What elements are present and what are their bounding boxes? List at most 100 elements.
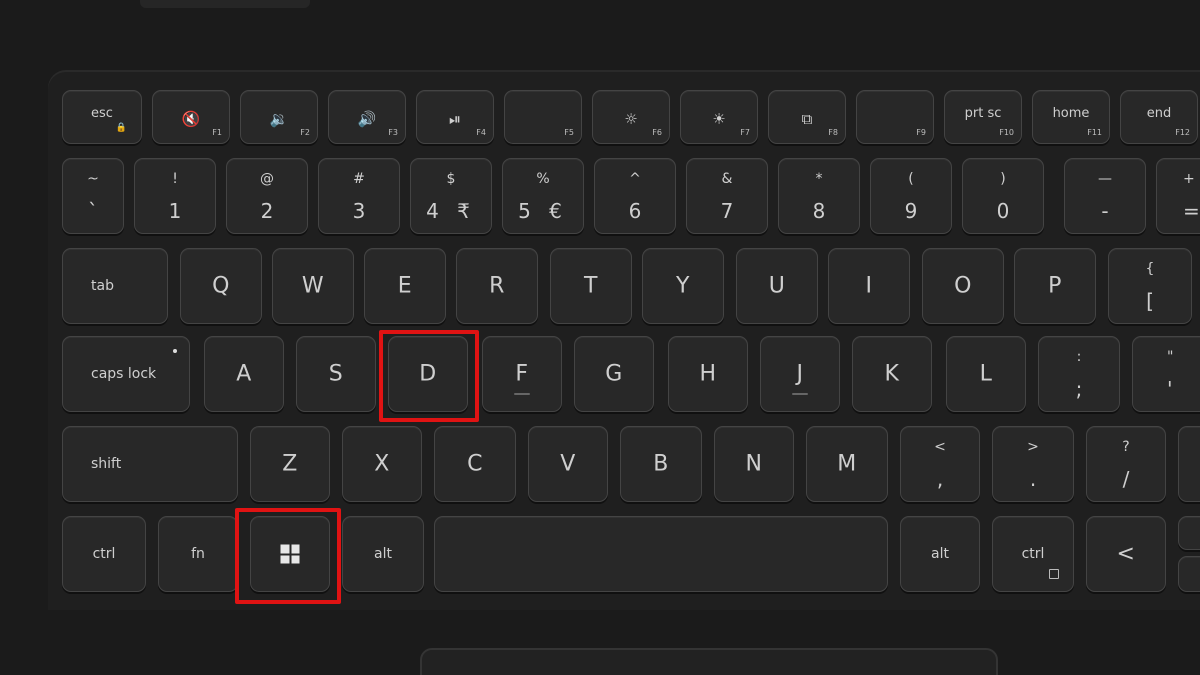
hinge-bar	[140, 0, 310, 8]
key-f7[interactable]: ☀ F7	[680, 90, 758, 144]
key-m[interactable]: M	[806, 426, 888, 502]
key-letter: G	[605, 361, 623, 387]
key-1[interactable]: ! 1	[134, 158, 216, 234]
key-alt-left[interactable]: alt	[342, 516, 424, 592]
key-l[interactable]: L	[946, 336, 1026, 412]
key-upper: #	[353, 171, 365, 187]
key-r[interactable]: R	[456, 248, 538, 324]
fn-label: F2	[300, 128, 310, 137]
key-caps-lock[interactable]: caps lock	[62, 336, 190, 412]
key-6[interactable]: ^ 6	[594, 158, 676, 234]
key-c[interactable]: C	[434, 426, 516, 502]
key-i[interactable]: I	[828, 248, 910, 324]
key-lower: [	[1146, 289, 1154, 313]
fn-label: F10	[999, 128, 1014, 137]
key-end[interactable]: end F12	[1120, 90, 1198, 144]
key-7[interactable]: & 7	[686, 158, 768, 234]
key-space[interactable]	[434, 516, 888, 592]
key-f1[interactable]: 🔇 F1	[152, 90, 230, 144]
key-h[interactable]: H	[668, 336, 748, 412]
key-f8[interactable]: ⧉ F8	[768, 90, 846, 144]
key-f6[interactable]: ☼ F6	[592, 90, 670, 144]
key-minus[interactable]: — -	[1064, 158, 1146, 234]
key-lower: 3	[352, 199, 366, 223]
touchpad[interactable]	[420, 648, 998, 675]
key-letter: Z	[282, 451, 298, 477]
key-esc[interactable]: esc 🔒	[62, 90, 142, 144]
key-f5[interactable]: F5	[504, 90, 582, 144]
key-p[interactable]: P	[1014, 248, 1096, 324]
key-w[interactable]: W	[272, 248, 354, 324]
key-comma[interactable]: < ,	[900, 426, 980, 502]
key-e[interactable]: E	[364, 248, 446, 324]
key-j[interactable]: J	[760, 336, 840, 412]
key-ctrl-right[interactable]: ctrl	[992, 516, 1074, 592]
key-letter: F	[515, 361, 529, 387]
key-upper: {	[1145, 261, 1155, 277]
key-label: prt sc	[964, 106, 1002, 121]
key-t[interactable]: T	[550, 248, 632, 324]
key-s[interactable]: S	[296, 336, 376, 412]
key-shift-right[interactable]	[1178, 426, 1200, 502]
key-lower: '	[1167, 377, 1173, 401]
key-backtick[interactable]: ~ `	[62, 158, 124, 234]
menu-icon	[1049, 569, 1059, 579]
key-a[interactable]: A	[204, 336, 284, 412]
key-period[interactable]: > .	[992, 426, 1074, 502]
volume-up-icon: 🔊	[357, 110, 377, 128]
key-g[interactable]: G	[574, 336, 654, 412]
play-pause-icon: ⏯	[448, 110, 461, 128]
volume-down-icon: 🔉	[269, 110, 289, 128]
key-5[interactable]: % 5 €	[502, 158, 584, 234]
key-letter: N	[745, 451, 763, 477]
key-label: fn	[191, 546, 205, 562]
key-slash[interactable]: ? /	[1086, 426, 1166, 502]
key-o[interactable]: O	[922, 248, 1004, 324]
key-0[interactable]: ) 0	[962, 158, 1044, 234]
key-tab[interactable]: tab	[62, 248, 168, 324]
key-lower: ;	[1075, 377, 1083, 401]
fn-label: F9	[916, 128, 926, 137]
key-ctrl-left[interactable]: ctrl	[62, 516, 146, 592]
key-letter: Y	[676, 273, 690, 299]
key-upper: ~	[87, 171, 99, 187]
key-f[interactable]: F	[482, 336, 562, 412]
brightness-down-icon: ☼	[624, 110, 638, 128]
key-k[interactable]: K	[852, 336, 932, 412]
key-equals[interactable]: + =	[1156, 158, 1200, 234]
key-semicolon[interactable]: : ;	[1038, 336, 1120, 412]
key-quote[interactable]: " '	[1132, 336, 1200, 412]
key-2[interactable]: @ 2	[226, 158, 308, 234]
key-z[interactable]: Z	[250, 426, 330, 502]
key-8[interactable]: * 8	[778, 158, 860, 234]
key-x[interactable]: X	[342, 426, 422, 502]
key-u[interactable]: U	[736, 248, 818, 324]
key-arrow-up[interactable]	[1178, 516, 1200, 550]
key-b[interactable]: B	[620, 426, 702, 502]
key-fn[interactable]: fn	[158, 516, 238, 592]
key-f2[interactable]: 🔉 F2	[240, 90, 318, 144]
key-arrow-down[interactable]	[1178, 556, 1200, 592]
key-arrow-left[interactable]: <	[1086, 516, 1166, 592]
mute-speaker-icon: 🔇	[181, 110, 201, 128]
key-f4[interactable]: ⏯ F4	[416, 90, 494, 144]
key-home[interactable]: home F11	[1032, 90, 1110, 144]
key-f9[interactable]: F9	[856, 90, 934, 144]
key-label: tab	[91, 278, 114, 294]
key-n[interactable]: N	[714, 426, 794, 502]
key-shift-left[interactable]: shift	[62, 426, 238, 502]
key-4[interactable]: $ 4 ₹	[410, 158, 492, 234]
key-y[interactable]: Y	[642, 248, 724, 324]
key-open-bracket[interactable]: { [	[1108, 248, 1192, 324]
key-9[interactable]: ( 9	[870, 158, 952, 234]
key-prt-sc[interactable]: prt sc F10	[944, 90, 1022, 144]
fn-label: F7	[740, 128, 750, 137]
key-f3[interactable]: 🔊 F3	[328, 90, 406, 144]
key-label: home	[1052, 106, 1090, 121]
key-3[interactable]: # 3	[318, 158, 400, 234]
key-v[interactable]: V	[528, 426, 608, 502]
key-lower: 9	[904, 199, 918, 223]
key-label: ctrl	[1021, 546, 1045, 562]
key-alt-right[interactable]: alt	[900, 516, 980, 592]
key-q[interactable]: Q	[180, 248, 262, 324]
